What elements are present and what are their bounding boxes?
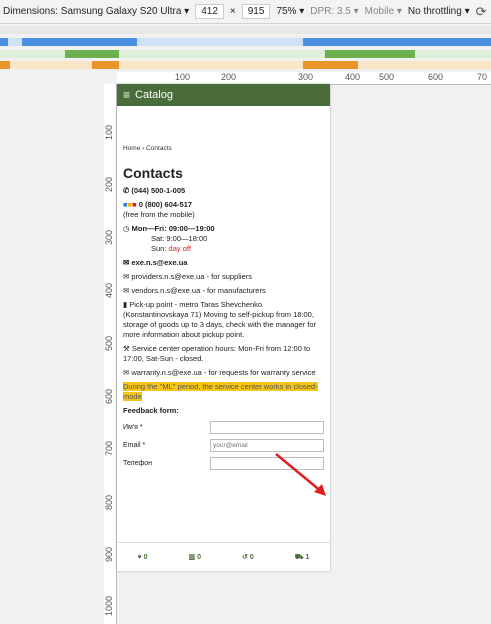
- media-query-bar-3[interactable]: [0, 50, 491, 58]
- width-input[interactable]: 412: [195, 4, 224, 19]
- media-query-bar-4[interactable]: [0, 61, 491, 69]
- history-icon: ↺: [242, 554, 248, 561]
- pickup-info: ▮ Pick-up point - metro Taras Shevchenko…: [123, 300, 317, 339]
- cart-icon: ⛟: [294, 553, 304, 561]
- name-field-row: Им'я *: [123, 421, 324, 434]
- catalog-link[interactable]: Catalog: [135, 89, 173, 101]
- ruler-label: 600: [428, 72, 444, 82]
- chart-icon: ▥: [188, 554, 196, 561]
- throttling-select[interactable]: No throttling ▾: [408, 6, 470, 17]
- phone-free[interactable]: ■■■ 0 (800) 604-517 (free from the mobil…: [123, 200, 324, 220]
- zoom-select[interactable]: 75% ▾: [276, 6, 304, 17]
- ruler-label: 500: [379, 72, 395, 82]
- height-input[interactable]: 915: [241, 4, 271, 19]
- menu-icon[interactable]: ≡: [123, 88, 130, 102]
- bottom-nav: ♥ 0 ▥ 0 ↺ 0 ⛟ 1: [117, 542, 330, 571]
- ruler-label: 200: [221, 72, 237, 82]
- name-label: Им'я *: [123, 423, 143, 431]
- ruler-label: 1000: [104, 595, 114, 616]
- media-query-bar-2[interactable]: [0, 38, 491, 46]
- wrench-icon: ⚒: [123, 344, 132, 353]
- wishlist-button[interactable]: ♥ 0: [138, 554, 148, 561]
- ruler-label: 700: [104, 440, 114, 456]
- phone-label: Телефон: [123, 459, 153, 467]
- vertical-ruler: 100 200 300 400 500 600 700 800 900 1000: [104, 84, 117, 624]
- device-select[interactable]: Dimensions: Samsung Galaxy S20 Ultra ▾: [3, 6, 189, 17]
- dpr-select[interactable]: DPR: 3.5 ▾: [310, 6, 358, 17]
- email-main[interactable]: ✉ exe.n.s@exe.ua: [123, 258, 324, 268]
- ruler-label: 100: [104, 124, 114, 140]
- page-title: Contacts: [123, 165, 183, 181]
- ruler-label: 200: [104, 176, 114, 192]
- email-providers[interactable]: ✉ providers.n.s@exe.ua - for suppliers: [123, 272, 324, 282]
- ruler-label: 900: [104, 546, 114, 562]
- cart-button[interactable]: ⛟ 1: [295, 553, 310, 562]
- site-header: ≡ Catalog: [117, 84, 330, 106]
- ruler-label: 300: [104, 229, 114, 245]
- service-info: ⚒ Service center operation hours: Mon-Fr…: [123, 344, 311, 363]
- email-vendors[interactable]: ✉ vendors.n.s@exe.ua - for manufacturers: [123, 286, 324, 296]
- ruler-label: 100: [175, 72, 191, 82]
- ruler-label: 300: [298, 72, 314, 82]
- mobile-select[interactable]: Mobile ▾: [365, 6, 402, 17]
- compare-button[interactable]: ▥ 0: [189, 553, 201, 561]
- ruler-label: 800: [104, 494, 114, 510]
- working-hours: ◷ Mon—Fri: 09:00—19:00 Sat: 9:00—18:00 S…: [123, 224, 215, 253]
- clock-icon: ◷: [123, 224, 132, 233]
- feedback-title: Feedback form:: [123, 406, 179, 415]
- email-label: Email *: [123, 441, 146, 449]
- warranty-email[interactable]: ✉ warranty.n.s@exe.ua - for requests for…: [123, 368, 324, 378]
- ruler-label: 600: [104, 388, 114, 404]
- ruler-label: 500: [104, 335, 114, 351]
- notice-highlight: During the "ML" period, the service cent…: [123, 382, 318, 401]
- times-label: ×: [229, 6, 236, 17]
- phone-main[interactable]: ✆ (044) 500-1-005: [123, 186, 324, 196]
- ruler-label: 400: [345, 72, 361, 82]
- rotate-icon[interactable]: ⟳: [476, 4, 487, 20]
- heart-icon: ♥: [137, 553, 142, 561]
- devtools-toolbar: Dimensions: Samsung Galaxy S20 Ultra ▾ 4…: [0, 0, 491, 24]
- red-arrow-annotation: [275, 453, 326, 496]
- ruler-label: 400: [104, 282, 114, 298]
- ruler-label: 70: [477, 72, 488, 82]
- media-query-bar-1[interactable]: [0, 26, 491, 34]
- phone-note: (free from the mobile): [123, 210, 195, 219]
- breadcrumb[interactable]: Home › Contacts: [123, 144, 324, 154]
- history-button[interactable]: ↺ 0: [242, 553, 254, 561]
- name-field[interactable]: [209, 421, 324, 434]
